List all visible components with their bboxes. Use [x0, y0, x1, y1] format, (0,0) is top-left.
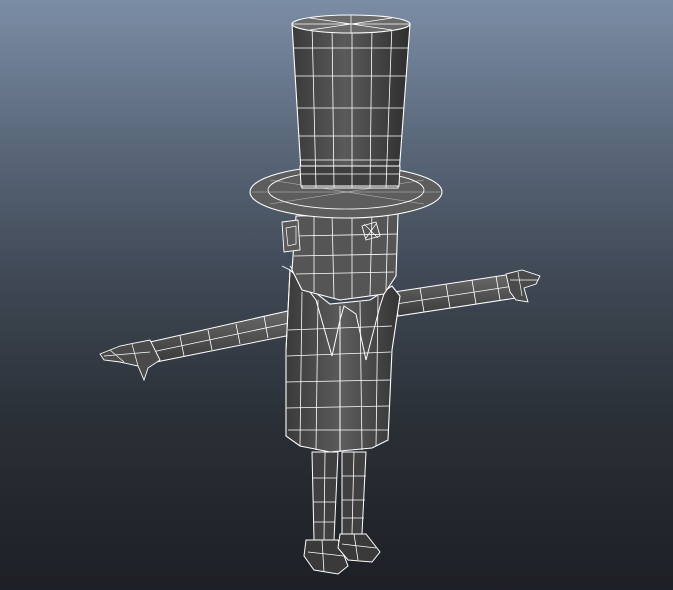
right-leg[interactable] — [311, 451, 339, 541]
wireframe-character-model[interactable] — [0, 0, 673, 590]
top-hat[interactable] — [249, 14, 443, 219]
left-leg[interactable] — [341, 451, 367, 535]
3d-viewport[interactable] — [0, 0, 673, 590]
right-arm[interactable] — [99, 309, 297, 382]
left-arm[interactable] — [393, 269, 541, 317]
